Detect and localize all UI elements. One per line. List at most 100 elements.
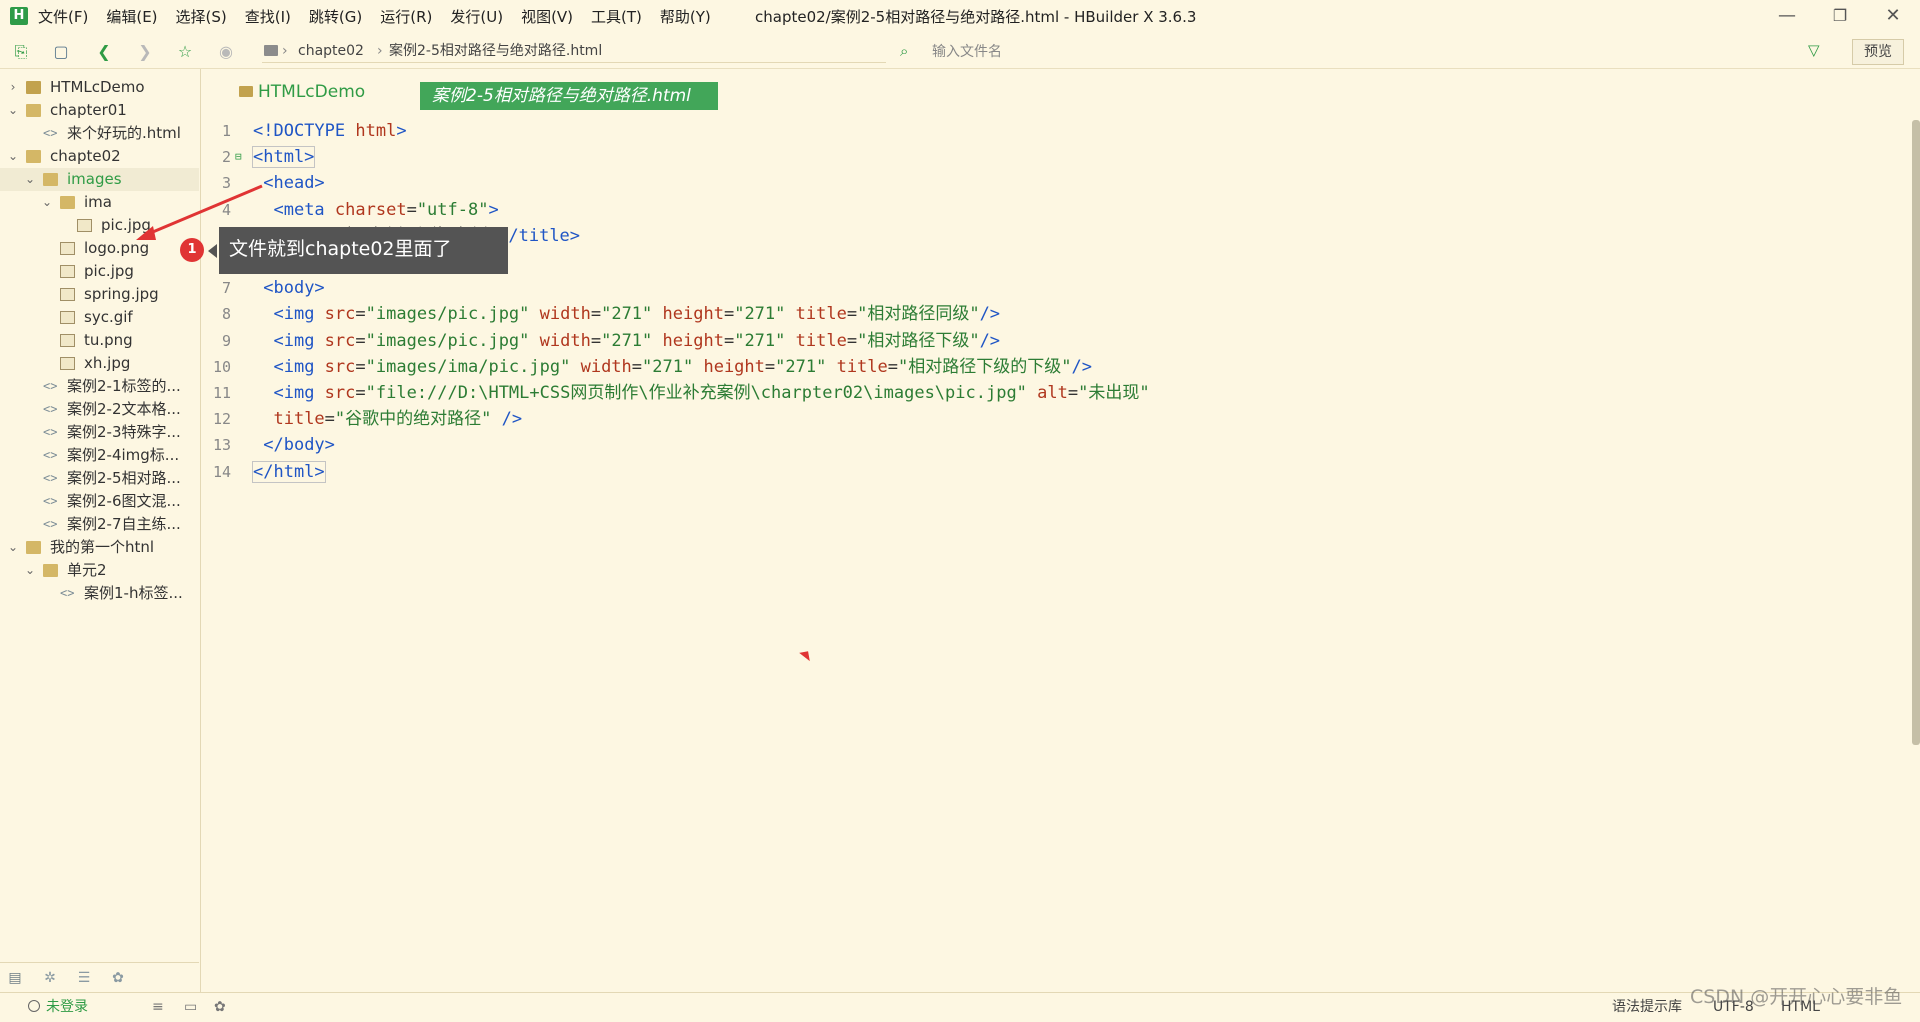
palette-icon[interactable]: ✿	[214, 993, 226, 1022]
code-token: title	[795, 330, 847, 351]
watermark: CSDN @开开心心要非鱼	[1690, 986, 1903, 1008]
fold-icon[interactable]: ⊟	[235, 144, 242, 170]
project-tab-icon[interactable]: ▤	[6, 969, 24, 987]
login-status[interactable]: 未登录	[28, 993, 88, 1022]
code-line[interactable]: 1 <!DOCTYPE html>	[201, 118, 1901, 144]
menu-item[interactable]: 视图(V)	[521, 0, 573, 34]
syntax-hint[interactable]: 语法提示库	[1612, 993, 1682, 1022]
code-text: <img src="images/pic.jpg" width="271" he…	[253, 328, 1000, 354]
code-token: =	[887, 356, 899, 377]
terminal-icon[interactable]: ▭	[184, 993, 197, 1022]
file-search-input[interactable]	[930, 40, 1794, 64]
tree-file[interactable]: pic.jpg	[0, 260, 199, 283]
code-line[interactable]: 13 </body>	[201, 432, 1901, 458]
menu-item[interactable]: 跳转(G)	[309, 0, 362, 34]
tree-file[interactable]: logo.png	[0, 237, 199, 260]
code-token: alt	[1037, 383, 1068, 403]
tree-file[interactable]: spring.jpg	[0, 283, 199, 306]
chevron-down-icon[interactable]: ⌄	[6, 99, 20, 122]
tree-file[interactable]: <> 案例2-4img标...	[0, 444, 199, 467]
html-file-icon: <>	[43, 425, 58, 439]
tree-folder[interactable]: ⌄ images	[0, 168, 199, 191]
breadcrumb-item-file[interactable]: 案例2-5相对路径与绝对路径.html	[389, 40, 602, 62]
code-line[interactable]: 4 <meta charset="utf-8">	[201, 197, 1901, 223]
code-token: width	[539, 330, 591, 351]
tree-file[interactable]: <> 案例2-7自主练...	[0, 513, 199, 536]
tree-folder[interactable]: › HTMLcDemo	[0, 76, 199, 99]
menu-item[interactable]: 编辑(E)	[106, 0, 157, 34]
chevron-right-icon[interactable]: ›	[6, 76, 20, 99]
minimize-button[interactable]: —	[1762, 0, 1812, 34]
tree-file[interactable]: <> 案例2-3特殊字...	[0, 421, 199, 444]
user-icon	[28, 1000, 40, 1012]
menu-item[interactable]: 选择(S)	[176, 0, 227, 34]
list-icon[interactable]: ≡	[152, 993, 164, 1022]
bookmark-star-icon[interactable]: ☆	[176, 43, 194, 61]
save-icon[interactable]: ▢	[52, 43, 70, 61]
tree-file[interactable]: syc.gif	[0, 306, 199, 329]
tree-item-label: 来个好玩的.html	[67, 124, 181, 142]
run-icon[interactable]: ◉	[217, 43, 235, 61]
filter-icon[interactable]: ▽	[1808, 41, 1820, 59]
code-token: src	[324, 383, 356, 403]
code-line[interactable]: 8 <img src="images/pic.jpg" width="271" …	[201, 301, 1901, 327]
editor-scrollbar[interactable]	[1912, 120, 1920, 745]
search-tab-icon[interactable]: ☰	[75, 969, 93, 987]
tree-item-label: chapter01	[50, 101, 127, 119]
tree-folder[interactable]: ⌄ 单元2	[0, 559, 199, 582]
code-token: />	[979, 330, 1001, 351]
close-button[interactable]: ✕	[1868, 0, 1918, 34]
code-line[interactable]: 14 </html>	[201, 459, 1901, 485]
code-token: =	[406, 199, 417, 220]
code-token: =	[590, 330, 602, 351]
chevron-down-icon[interactable]: ⌄	[6, 145, 20, 168]
tree-file[interactable]: <> 案例1-h标签...	[0, 582, 199, 605]
forward-icon[interactable]: ❯	[136, 43, 154, 61]
tree-file[interactable]: tu.png	[0, 329, 199, 352]
preview-button[interactable]: 预览	[1852, 39, 1904, 65]
maximize-button[interactable]: ❐	[1815, 0, 1865, 34]
plugin-tab-icon[interactable]: ✿	[109, 969, 127, 987]
tree-folder[interactable]: ⌄ chapter01	[0, 99, 199, 122]
tree-folder[interactable]: ⌄ 我的第一个htnl	[0, 536, 199, 559]
debug-tab-icon[interactable]: ✲	[41, 969, 59, 987]
code-line[interactable]: 10 <img src="images/ima/pic.jpg" width="…	[201, 354, 1901, 380]
tab-project[interactable]: HTMLcDemo	[239, 81, 365, 103]
menu-item[interactable]: 查找(I)	[245, 0, 291, 34]
code-line[interactable]: 3 <head>	[201, 170, 1901, 196]
menu-item[interactable]: 运行(R)	[380, 0, 432, 34]
menu-item[interactable]: 文件(F)	[38, 0, 88, 34]
breadcrumb-item-folder[interactable]: chapte02	[298, 40, 364, 62]
back-icon[interactable]: ❮	[95, 43, 113, 61]
tree-file[interactable]: <> 案例2-6图文混...	[0, 490, 199, 513]
tree-file[interactable]: <> 案例2-2文本格...	[0, 398, 199, 421]
html-file-icon: <>	[43, 448, 58, 462]
chevron-down-icon[interactable]: ⌄	[23, 168, 37, 191]
code-line[interactable]: 11 <img src="file:///D:\HTML+CSS网页制作\作业补…	[201, 380, 1901, 406]
folder-icon	[60, 196, 75, 209]
tree-file[interactable]: <> 来个好玩的.html	[0, 122, 199, 145]
menu-item[interactable]: 发行(U)	[450, 0, 503, 34]
tree-folder[interactable]: ⌄ ima	[0, 191, 199, 214]
code-line[interactable]: 9 <img src="images/pic.jpg" width="271" …	[201, 328, 1901, 354]
menu-item[interactable]: 帮助(Y)	[660, 0, 711, 34]
tab-active-file[interactable]: 案例2-5相对路径与绝对路径.html	[420, 82, 718, 110]
code-line[interactable]: 12 title="谷歌中的绝对路径" />	[201, 406, 1901, 432]
new-file-icon[interactable]: ⎘	[12, 43, 30, 61]
menu-item[interactable]: 工具(T)	[591, 0, 642, 34]
tree-file[interactable]: pic.jpg	[0, 214, 199, 237]
code-line[interactable]: 7 <body>	[201, 275, 1901, 301]
tree-file[interactable]: <> 案例2-5相对路...	[0, 467, 199, 490]
tree-file[interactable]: <> 案例2-1标签的...	[0, 375, 199, 398]
code-line[interactable]: 2 ⊟ <html>	[201, 144, 1901, 170]
tree-file[interactable]: xh.jpg	[0, 352, 199, 375]
line-number: 1	[221, 122, 231, 140]
chevron-down-icon[interactable]: ⌄	[23, 559, 37, 582]
tree-folder[interactable]: ⌄ chapte02	[0, 145, 199, 168]
code-token: title	[273, 409, 325, 430]
chevron-down-icon[interactable]: ⌄	[6, 536, 20, 559]
chevron-down-icon[interactable]: ⌄	[40, 191, 54, 214]
code-text: <img src="file:///D:\HTML+CSS网页制作\作业补充案例…	[253, 380, 1149, 406]
